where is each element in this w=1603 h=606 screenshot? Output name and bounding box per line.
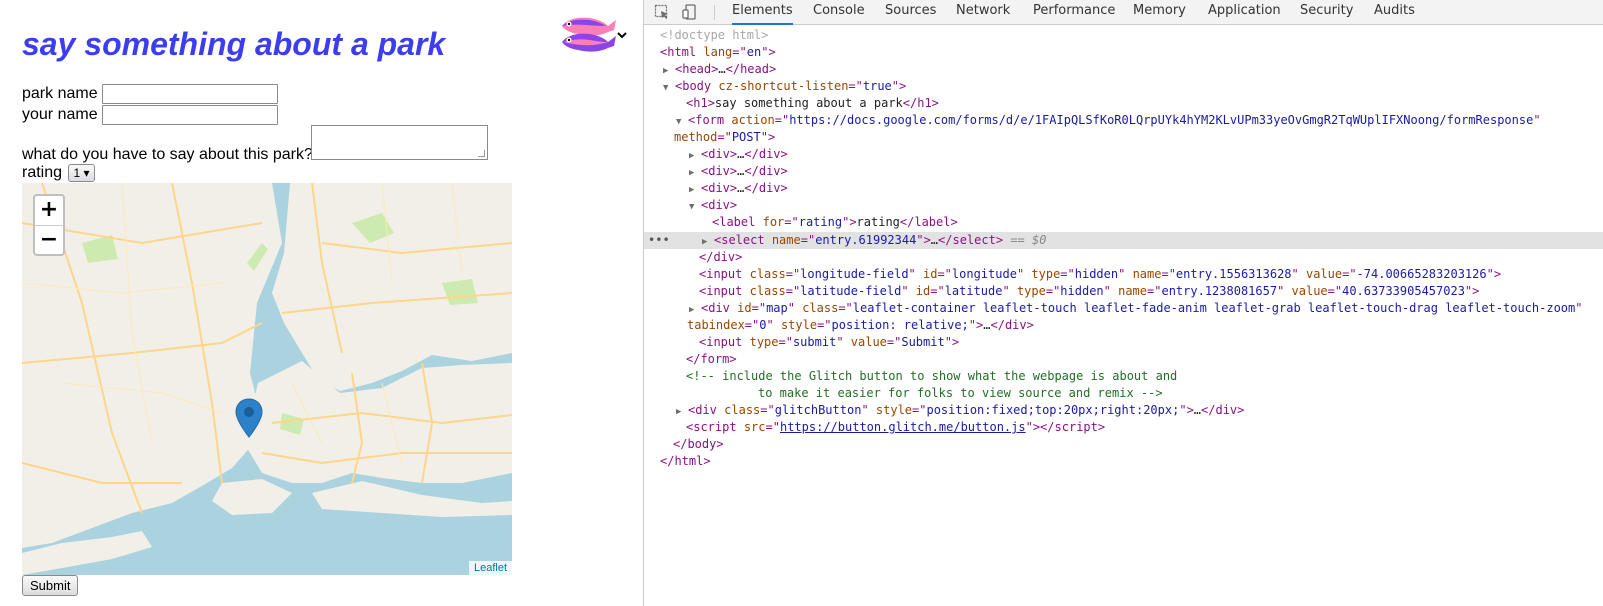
tab-sources[interactable]: Sources: [885, 0, 936, 25]
collapse-arrow-icon: ▼: [663, 83, 669, 93]
dom-line-div[interactable]: ▶ <div>…</div>: [689, 180, 788, 197]
dom-line-input-latitude[interactable]: <input class="latitude-field" id="latitu…: [699, 283, 1479, 300]
dom-line-div-open[interactable]: ▼ <div>: [689, 197, 737, 214]
dom-line-map-div-cont[interactable]: tabindex="0" style="position: relative;"…: [687, 317, 1034, 334]
comment-label: what do you have to say about this park?: [22, 146, 313, 163]
devtools-panel: Elements Console Sources Network Perform…: [643, 0, 1603, 606]
zoom-in-button[interactable]: +: [35, 196, 63, 225]
dom-line-form-method[interactable]: method="POST">: [674, 129, 775, 146]
tab-application[interactable]: Application: [1208, 0, 1281, 25]
tab-performance[interactable]: Performance: [1033, 0, 1115, 25]
dom-line-div-close[interactable]: </div>: [699, 249, 742, 266]
dom-line-body-close[interactable]: </body>: [673, 436, 724, 453]
rating-label: rating: [22, 164, 63, 182]
park-map[interactable]: + − Leaflet: [22, 183, 512, 575]
devtools-toolbar: Elements Console Sources Network Perform…: [644, 0, 1603, 25]
dom-line-form-close[interactable]: </form>: [686, 351, 737, 368]
dom-line-div[interactable]: ▶ <div>…</div>: [689, 146, 788, 163]
dom-line-form[interactable]: ▼ <form action="https://docs.google.com/f…: [676, 112, 1541, 129]
dom-line-head[interactable]: ▶ <head>…</head>: [663, 61, 776, 78]
page-heading: say something about a park: [22, 26, 446, 62]
dom-line-div[interactable]: ▶ <div>…</div>: [689, 163, 788, 180]
tab-security[interactable]: Security: [1300, 0, 1353, 25]
zoom-control: + −: [33, 194, 65, 256]
device-toolbar-icon[interactable]: [682, 4, 698, 20]
tab-network[interactable]: Network: [956, 0, 1010, 25]
dom-line-map-div[interactable]: ▶ <div id="map" class="leaflet-container …: [689, 300, 1582, 317]
your-name-input[interactable]: [101, 105, 278, 125]
tab-memory[interactable]: Memory: [1133, 0, 1186, 25]
tab-audits[interactable]: Audits: [1374, 0, 1415, 25]
dom-line-label[interactable]: <label for="rating">rating</label>: [712, 214, 958, 231]
dom-line-select-selected[interactable]: ▶ <select name="entry.61992344">…</select…: [702, 232, 1046, 249]
park-name-label: park name: [22, 85, 98, 103]
map-tiles: [22, 183, 512, 575]
submit-button[interactable]: Submit: [22, 575, 79, 596]
collapse-arrow-icon: ▼: [689, 202, 695, 212]
park-name-input[interactable]: [101, 84, 278, 104]
tab-elements[interactable]: Elements: [732, 0, 793, 25]
chevron-down-icon: [617, 32, 627, 39]
dom-line-html-close[interactable]: </html>: [660, 453, 711, 470]
comment-textarea[interactable]: [311, 125, 488, 160]
node-menu-icon[interactable]: •••: [648, 232, 670, 249]
web-page-viewport: say something about a park park name you…: [0, 0, 643, 606]
dom-line-input-submit[interactable]: <input type="submit" value="Submit">: [699, 334, 959, 351]
dom-line-h1[interactable]: <h1>say something about a park</h1>: [686, 95, 939, 112]
tab-console[interactable]: Console: [813, 0, 865, 25]
rating-row: rating 1 ▾: [22, 164, 95, 182]
dom-line-input-longitude[interactable]: <input class="longitude-field" id="longi…: [699, 266, 1501, 283]
script-src-link[interactable]: https://button.glitch.me/button.js: [780, 420, 1026, 434]
glitch-button-icon[interactable]: [556, 12, 632, 58]
dom-line-html[interactable]: <html lang="en">: [660, 44, 776, 61]
toolbar-separator: [714, 5, 715, 20]
rating-select-value: 1: [73, 166, 81, 180]
map-attribution-link[interactable]: Leaflet: [468, 561, 512, 575]
inspect-element-icon[interactable]: [654, 4, 670, 20]
park-name-row: park name: [22, 84, 278, 104]
your-name-label: your name: [22, 106, 98, 124]
dom-line-comment[interactable]: <!-- include the Glitch button to show w…: [686, 368, 1177, 385]
dom-line-body[interactable]: ▼ <body cz-shortcut-listen="true">: [663, 78, 906, 95]
rating-select[interactable]: 1 ▾: [68, 164, 95, 182]
dom-line-script[interactable]: <script src="https://button.glitch.me/bu…: [686, 419, 1105, 436]
zoom-out-button[interactable]: −: [35, 225, 63, 254]
dom-line-glitch-div[interactable]: ▶ <div class="glitchButton" style="positi…: [676, 402, 1244, 419]
your-name-row: your name: [22, 105, 278, 125]
dom-line-doctype[interactable]: <!doctype html>: [660, 27, 768, 44]
map-marker-icon[interactable]: [235, 398, 263, 438]
dom-line-comment-cont[interactable]: to make it easier for folks to view sour…: [758, 385, 1163, 402]
